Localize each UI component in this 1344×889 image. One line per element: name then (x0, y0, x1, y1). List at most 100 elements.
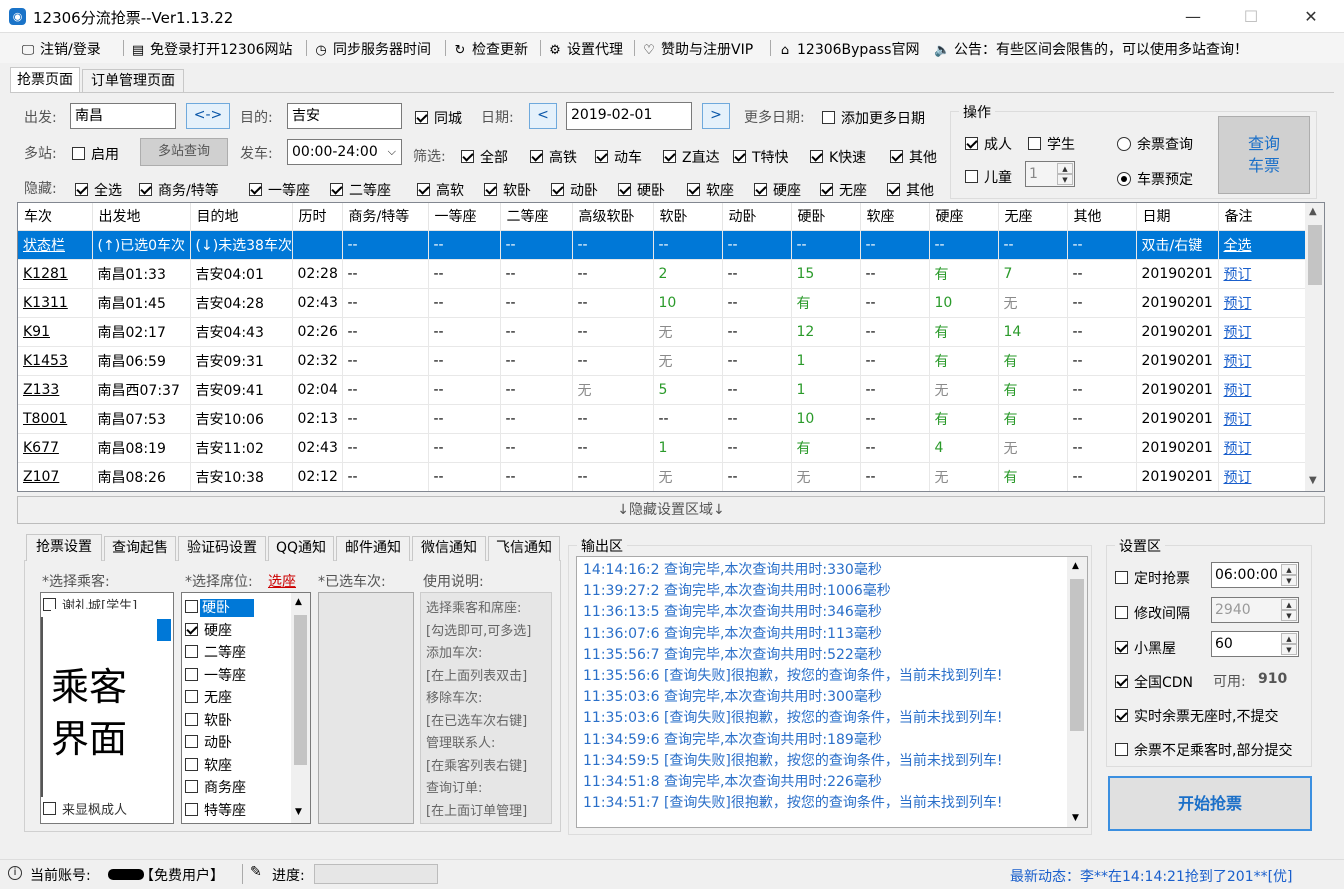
column-header[interactable]: 二等座 (500, 203, 573, 231)
spin-down-icon[interactable]: ▼ (1281, 644, 1297, 655)
selected-trains-list[interactable] (318, 592, 414, 824)
seat-check[interactable] (185, 780, 198, 793)
column-header[interactable]: 高级软卧 (572, 203, 654, 231)
train-number[interactable]: K91 (18, 317, 93, 347)
status-row[interactable]: 状态栏 (↑)已选0车次 (↓)未选38车次 -- -- -- -- -- -- -- -- -- --… (18, 230, 1307, 260)
scroll-down-icon[interactable]: ▼ (295, 807, 302, 817)
menu-donate[interactable]: ♡ 赞助与注册VIP (641, 39, 753, 59)
next-date-button[interactable]: > (702, 103, 730, 129)
choose-seat-link[interactable]: 选座 (268, 571, 296, 591)
multi-station-query-button[interactable]: 多站查询 (140, 138, 228, 166)
spin-down-icon[interactable]: ▼ (1057, 174, 1073, 185)
column-header[interactable]: 车次 (18, 203, 93, 231)
timed-grab-input[interactable]: 06:00:00 ▲ ▼ (1211, 562, 1299, 588)
hide-check[interactable] (887, 183, 900, 196)
filter-check[interactable] (810, 150, 823, 163)
seat-option[interactable]: 硬卧 (185, 597, 254, 617)
train-row[interactable]: K677 南昌08:19 吉安11:02 02:43 -- -- -- -- 1 -- 有 -- 4 无 -… (18, 433, 1307, 463)
add-more-dates-check[interactable] (822, 111, 835, 124)
seat-check[interactable] (185, 645, 198, 658)
column-header[interactable]: 软卧 (653, 203, 723, 231)
no-seat-nosubmit-checkbox[interactable]: 实时余票无座时,不提交 (1115, 706, 1278, 726)
cdn-check[interactable] (1115, 675, 1128, 688)
filter-option[interactable]: 全部 (461, 147, 508, 167)
filter-option[interactable]: 其他 (890, 147, 937, 167)
filter-option[interactable]: T特快 (733, 147, 789, 167)
seat-check[interactable] (185, 757, 198, 771)
swap-stations-button[interactable]: <-> (186, 103, 230, 129)
minimize-button[interactable]: — (1170, 0, 1216, 33)
seat-option[interactable]: 商务座 (185, 777, 246, 797)
remain-query-radio-dot[interactable] (1117, 137, 1131, 151)
passenger-check[interactable] (43, 802, 56, 815)
filter-check[interactable] (461, 150, 474, 163)
menu-sync-time[interactable]: ◷ 同步服务器时间 (313, 39, 431, 59)
column-header[interactable]: 无座 (998, 203, 1068, 231)
filter-option[interactable]: 高铁 (530, 147, 577, 167)
passenger-list[interactable]: 谢礼城[学生] 来显枫成人 乘客 界面 (40, 592, 174, 824)
tab-grab-tickets[interactable]: 抢票页面 (10, 67, 80, 93)
train-number[interactable]: T8001 (18, 404, 93, 434)
seat-option[interactable]: 动卧 (185, 732, 232, 752)
hide-check[interactable] (75, 183, 88, 196)
passenger-item-last[interactable]: 来显枫成人 (43, 799, 127, 818)
same-city-checkbox[interactable]: 同城 (415, 108, 462, 128)
to-station-input[interactable]: 吉安 (287, 103, 402, 129)
timed-grab-checkbox[interactable]: 定时抢票 (1115, 568, 1190, 588)
seat-option[interactable]: 二等座 (185, 642, 246, 662)
hide-check[interactable] (754, 183, 767, 196)
seat-option[interactable]: 硬座 (185, 620, 232, 640)
book-link[interactable]: 预订 (1218, 346, 1307, 376)
scroll-down-icon[interactable]: ▼ (1309, 475, 1317, 486)
multi-enable-check[interactable] (72, 147, 85, 160)
filter-option[interactable]: Z直达 (663, 147, 720, 167)
scroll-up-icon[interactable]: ▲ (295, 597, 302, 607)
child-count-stepper[interactable]: 1 ▲ ▼ (1025, 161, 1075, 187)
timed-grab-check[interactable] (1115, 571, 1128, 584)
seat-option[interactable]: 无座 (185, 687, 232, 707)
date-input[interactable]: 2019-02-01 (566, 102, 692, 130)
train-number[interactable]: Z133 (18, 375, 93, 405)
blackroom-checkbox[interactable]: 小黑屋 (1115, 638, 1176, 658)
filter-option[interactable]: 动车 (595, 147, 642, 167)
spin-up-icon[interactable]: ▲ (1281, 633, 1297, 644)
menu-proxy[interactable]: ⚙ 设置代理 (547, 39, 623, 59)
filter-check[interactable] (733, 150, 746, 163)
hide-check[interactable] (417, 183, 430, 196)
scroll-thumb[interactable] (294, 615, 307, 765)
menu-open-12306[interactable]: ▤ 免登录打开12306网站 (130, 39, 293, 59)
book-ticket-radio[interactable]: 车票预定 (1117, 169, 1193, 189)
book-link[interactable]: 预订 (1218, 288, 1307, 318)
depart-time-select[interactable]: 00:00-24:00 ⌵ (287, 139, 402, 165)
filter-option[interactable]: K快速 (810, 147, 866, 167)
spin-down-icon[interactable]: ▼ (1281, 610, 1297, 621)
train-row[interactable]: Z107 南昌08:26 吉安10:38 02:12 -- -- -- -- 无 -- 无 -- 无有 -… (18, 462, 1307, 491)
hide-option[interactable]: 一等座 (249, 180, 310, 200)
train-results-grid[interactable]: 车次 出发地 目的地 历时 商务/特等 一等座 二等座 高级软卧 软卧 动卧 硬卧 软座 硬座 无座 其他日… (17, 202, 1325, 492)
seat-option[interactable]: 一等座 (185, 665, 246, 685)
tab-order-management[interactable]: 订单管理页面 (82, 69, 184, 93)
hide-option[interactable]: 软座 (687, 180, 734, 200)
output-scrollbar[interactable]: ▲ ▼ (1067, 557, 1087, 827)
scroll-down-icon[interactable]: ▼ (1072, 813, 1079, 823)
hide-option[interactable]: 二等座 (330, 180, 391, 200)
column-header[interactable]: 出发地 (92, 203, 191, 231)
cdn-checkbox[interactable]: 全国CDN (1115, 672, 1193, 692)
column-header[interactable]: 备注 (1218, 203, 1307, 231)
toggle-settings-bar[interactable]: ↓隐藏设置区域↓ (17, 496, 1325, 524)
grid-scrollbar[interactable]: ▲ ▼ (1305, 203, 1324, 491)
hide-option[interactable]: 其他 (887, 180, 934, 200)
partial-submit-checkbox[interactable]: 余票不足乘客时,部分提交 (1115, 740, 1292, 760)
hide-check[interactable] (484, 183, 497, 196)
scroll-thumb[interactable] (1308, 225, 1322, 285)
seat-check[interactable] (185, 712, 198, 726)
seat-check[interactable] (185, 667, 198, 681)
student-checkbox[interactable]: 学生 (1028, 134, 1075, 154)
interval-checkbox[interactable]: 修改间隔 (1115, 603, 1190, 623)
menu-bypass-site[interactable]: ⌂ 12306Bypass官网 (777, 39, 920, 59)
hide-option[interactable]: 无座 (820, 180, 867, 200)
interval-input[interactable]: 2940 ▲ ▼ (1211, 597, 1299, 623)
seat-option[interactable]: 特等座 (185, 800, 246, 820)
seat-list[interactable]: 硬卧 硬座 二等座 一等座 无座 软卧 动卧 软座 商务座 特等座 ▲ ▼ (181, 592, 311, 824)
menu-logout-login[interactable]: 🖵 注销/登录 (20, 39, 101, 59)
